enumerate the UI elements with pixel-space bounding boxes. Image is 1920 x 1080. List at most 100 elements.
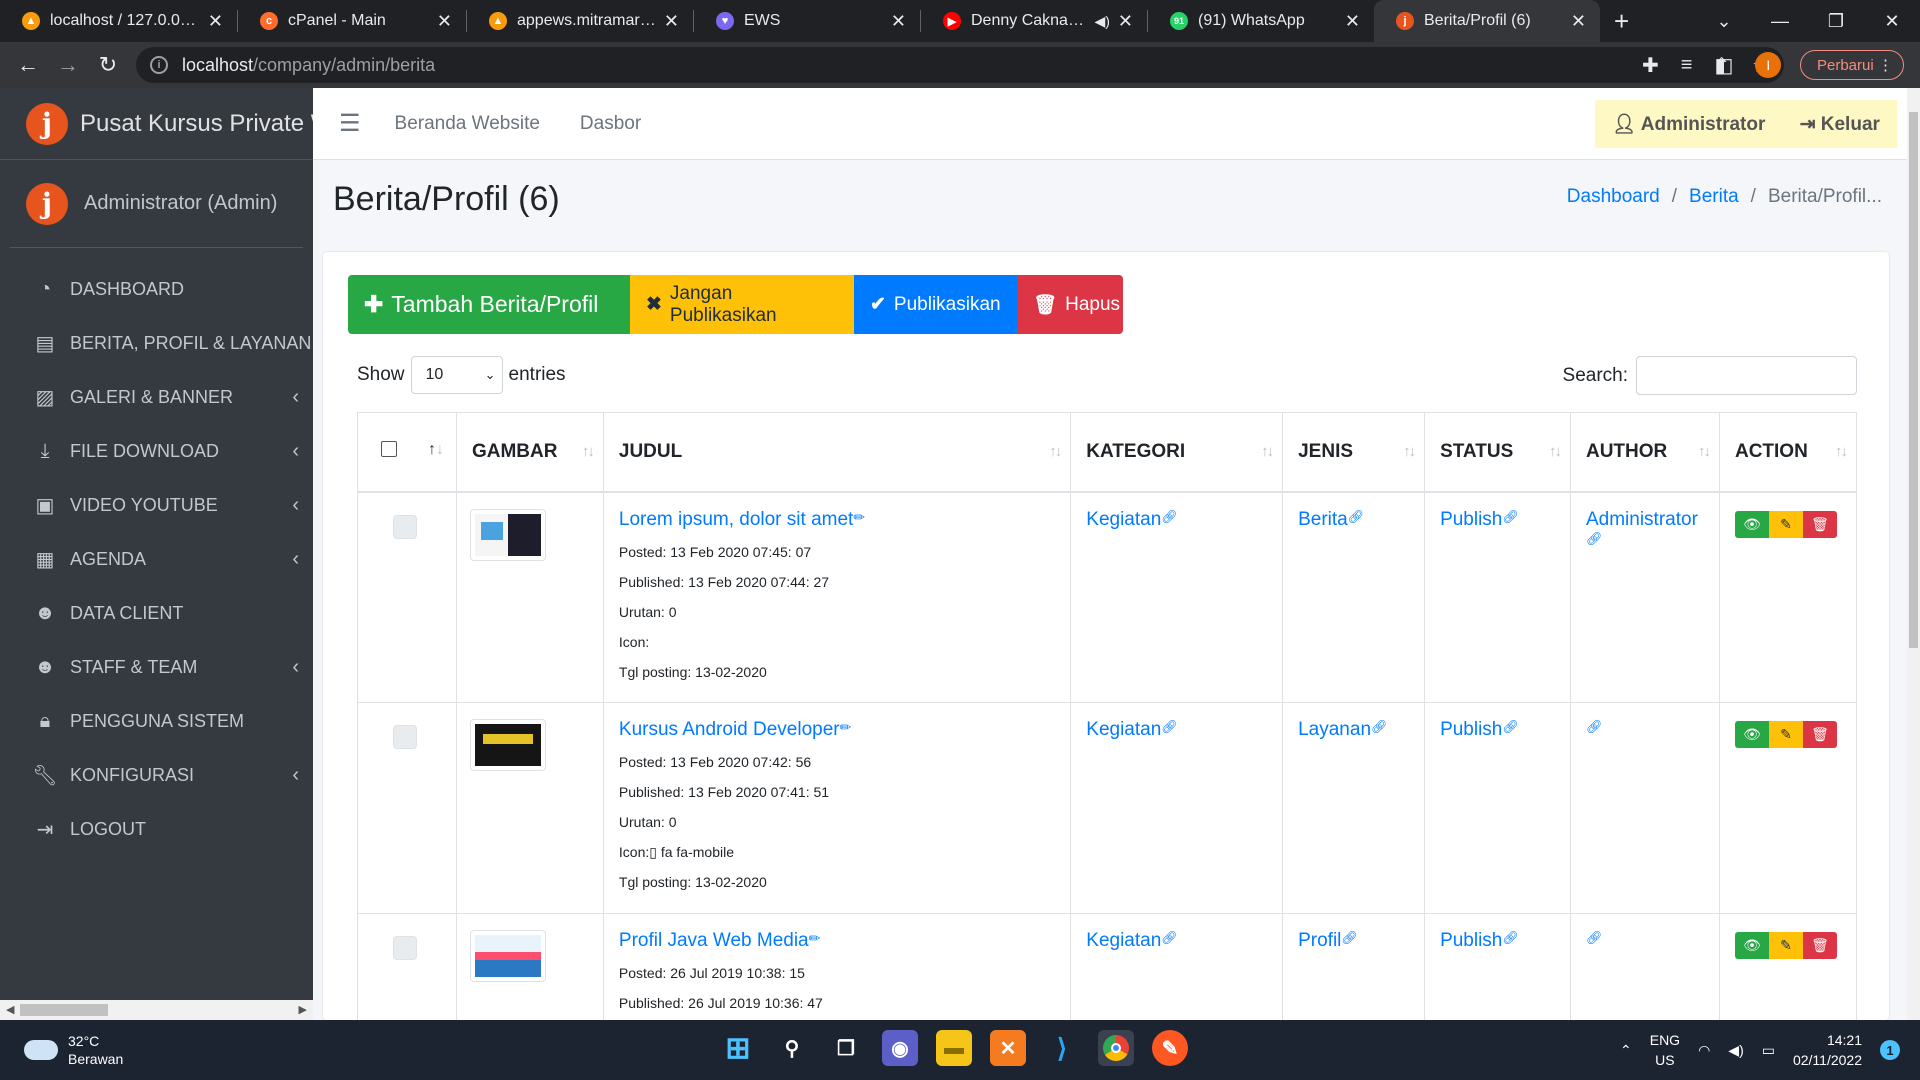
link-icon[interactable]: 🔗︎ <box>1586 719 1603 734</box>
delete-row-button[interactable]: 🗑︎ <box>1802 510 1837 538</box>
breadcrumb-berita[interactable]: Berita <box>1689 186 1739 207</box>
sidebar-item-data-client[interactable]: ☻ DATA CLIENT <box>0 586 313 640</box>
col-status[interactable]: STATUS ↑↓ <box>1424 412 1571 493</box>
restore-icon[interactable]: ❐ <box>1808 11 1864 32</box>
close-window-icon[interactable]: ✕ <box>1864 11 1920 32</box>
volume-icon[interactable]: ◀) <box>1728 1042 1743 1059</box>
author-link[interactable]: Administrator <box>1586 509 1698 530</box>
wifi-icon[interactable]: ◠ <box>1698 1042 1710 1059</box>
pencil-icon[interactable]: ✏︎ <box>853 509 865 525</box>
sidebar-item-berita-profil-layanan[interactable]: ▤ BERITA, PROFIL & LAYANAN <box>0 316 313 370</box>
speaker-icon[interactable]: ◀) <box>1094 13 1109 30</box>
row-checkbox[interactable] <box>393 725 417 749</box>
close-icon[interactable]: ✕ <box>437 11 452 32</box>
nav-link-dasbor[interactable]: Dasbor <box>580 113 641 135</box>
forward-icon[interactable]: → <box>48 52 88 78</box>
extensions-puzzle-icon[interactable]: ✚ <box>1642 53 1659 78</box>
vertical-scrollbar[interactable] <box>1907 88 1920 1020</box>
post-title-link[interactable]: Lorem ipsum, dolor sit amet <box>619 509 853 530</box>
post-title-link[interactable]: Kursus Android Developer <box>619 719 840 740</box>
entries-select[interactable]: 10 ⌄ <box>410 356 503 394</box>
sidebar-item-logout[interactable]: ⇥ LOGOUT <box>0 802 313 856</box>
weather-widget[interactable]: 32°C Berawan <box>24 1032 123 1068</box>
xampp-icon[interactable]: ✕ <box>990 1030 1026 1066</box>
sidebar-item-video-youtube[interactable]: ▣ VIDEO YOUTUBE ‹ <box>0 478 313 532</box>
sidebar-item-agenda[interactable]: ▦ AGENDA ‹ <box>0 532 313 586</box>
brand-link[interactable]: j Pusat Kursus Private We <box>0 88 313 160</box>
sidebar-item-pengguna-sistem[interactable]: 🔒︎ PENGGUNA SISTEM <box>0 694 313 748</box>
delete-row-button[interactable]: 🗑︎ <box>1802 932 1837 959</box>
logout-link[interactable]: ⇥ Keluar <box>1800 113 1880 136</box>
task-view-icon[interactable]: ❐ <box>828 1030 864 1066</box>
browser-tab[interactable]: ♥ EWS ✕ <box>694 0 920 42</box>
add-berita-button[interactable]: ✚ Tambah Berita/Profil <box>348 275 630 334</box>
scrollbar-thumb[interactable] <box>1909 112 1918 648</box>
view-button[interactable]: 👁︎ <box>1734 721 1769 748</box>
user-link[interactable]: 👤︎ Administrator <box>1612 112 1765 136</box>
sidebar-item-dashboard[interactable]: ◔ DASHBOARD <box>0 262 313 316</box>
back-icon[interactable]: ← <box>8 52 48 78</box>
row-checkbox[interactable] <box>393 936 417 960</box>
col-author[interactable]: AUTHOR ↑↓ <box>1569 412 1720 493</box>
reading-list-icon[interactable]: ≡ <box>1681 54 1693 77</box>
row-checkbox[interactable] <box>393 514 417 539</box>
link-icon[interactable]: 🔗︎ <box>1586 531 1603 546</box>
link-icon[interactable]: 🔗︎ <box>1586 930 1603 945</box>
sort-asc-icon[interactable]: ↑↓ <box>428 441 444 459</box>
menu-toggle-icon[interactable]: ☰ <box>339 109 361 138</box>
edit-button[interactable]: ✎ <box>1768 721 1803 748</box>
col-judul[interactable]: JUDUL ↑↓ <box>602 412 1072 493</box>
scroll-right-icon[interactable]: ▶ <box>299 1003 307 1016</box>
kategori-link[interactable]: Kegiatan <box>1086 719 1161 740</box>
browser-tab[interactable]: 91 (91) WhatsApp ✕ <box>1148 0 1374 42</box>
browser-tab[interactable]: ▲ appews.mitramart.sto ✕ <box>467 0 693 42</box>
browser-tab[interactable]: ▲ localhost / 127.0.0.1 / ✕ <box>0 0 237 42</box>
reload-icon[interactable]: ↻ <box>88 52 128 78</box>
update-button[interactable]: Perbarui ⋮ <box>1800 50 1904 80</box>
close-icon[interactable]: ✕ <box>891 11 906 32</box>
unpublish-button[interactable]: ✖ Jangan Publikasikan <box>630 275 854 334</box>
view-button[interactable]: 👁︎ <box>1734 932 1769 959</box>
info-icon[interactable]: i <box>150 56 168 74</box>
new-tab-icon[interactable]: + <box>1614 6 1629 37</box>
jenis-link[interactable]: Profil <box>1298 930 1341 951</box>
status-link[interactable]: Publish <box>1440 509 1502 530</box>
address-bar[interactable]: i localhost/company/admin/berita ⇪ ☆ <box>136 47 1784 83</box>
kategori-link[interactable]: Kegiatan <box>1086 509 1161 530</box>
scrollbar-thumb[interactable] <box>20 1004 108 1016</box>
close-icon[interactable]: ✕ <box>208 11 223 32</box>
chrome-icon[interactable] <box>1098 1030 1134 1066</box>
file-explorer-icon[interactable]: ▬ <box>936 1030 972 1066</box>
status-link[interactable]: Publish <box>1440 719 1502 740</box>
select-all-checkbox[interactable] <box>381 440 397 457</box>
notification-badge[interactable]: 1 <box>1880 1040 1900 1060</box>
breadcrumb-dashboard[interactable]: Dashboard <box>1567 186 1660 207</box>
publish-button[interactable]: ✔ Publikasikan <box>854 275 1017 334</box>
thumbnail-image[interactable] <box>469 930 546 982</box>
language-indicator[interactable]: ENG US <box>1650 1030 1680 1070</box>
jenis-link[interactable]: Berita <box>1298 509 1348 530</box>
tab-search-icon[interactable]: ⌄ <box>1696 11 1752 32</box>
user-panel[interactable]: j Administrator (Admin) <box>10 160 303 248</box>
col-action[interactable]: ACTION ↑↓ <box>1718 412 1858 493</box>
thumbnail-image[interactable] <box>469 508 546 561</box>
sidebar-item-konfigurasi[interactable]: 🔧︎ KONFIGURASI ‹ <box>0 748 313 802</box>
pencil-icon[interactable]: ✏︎ <box>840 719 852 735</box>
close-icon[interactable]: ✕ <box>1118 11 1133 32</box>
scroll-left-icon[interactable]: ◀ <box>6 1003 14 1016</box>
minimize-icon[interactable]: — <box>1752 11 1808 32</box>
close-icon[interactable]: ✕ <box>664 11 679 32</box>
app-icon[interactable]: ✎ <box>1152 1030 1188 1066</box>
col-jenis[interactable]: JENIS ↑↓ <box>1282 412 1426 493</box>
delete-row-button[interactable]: 🗑︎ <box>1802 721 1837 748</box>
profile-avatar[interactable]: I <box>1755 52 1782 78</box>
kategori-link[interactable]: Kegiatan <box>1086 930 1161 951</box>
close-icon[interactable]: ✕ <box>1345 11 1360 32</box>
select-all-header[interactable]: ↑↓ <box>357 412 457 493</box>
browser-tab[interactable]: ▶ Denny Caknan " S ◀) ✕ <box>921 0 1147 42</box>
edit-button[interactable]: ✎ <box>1768 510 1803 538</box>
nav-link-beranda[interactable]: Beranda Website <box>395 113 540 135</box>
sidebar-item-staff-team[interactable]: ☻ STAFF & TEAM ‹ <box>0 640 313 694</box>
vscode-icon[interactable]: ⟩ <box>1044 1030 1080 1066</box>
edit-button[interactable]: ✎ <box>1768 932 1803 959</box>
